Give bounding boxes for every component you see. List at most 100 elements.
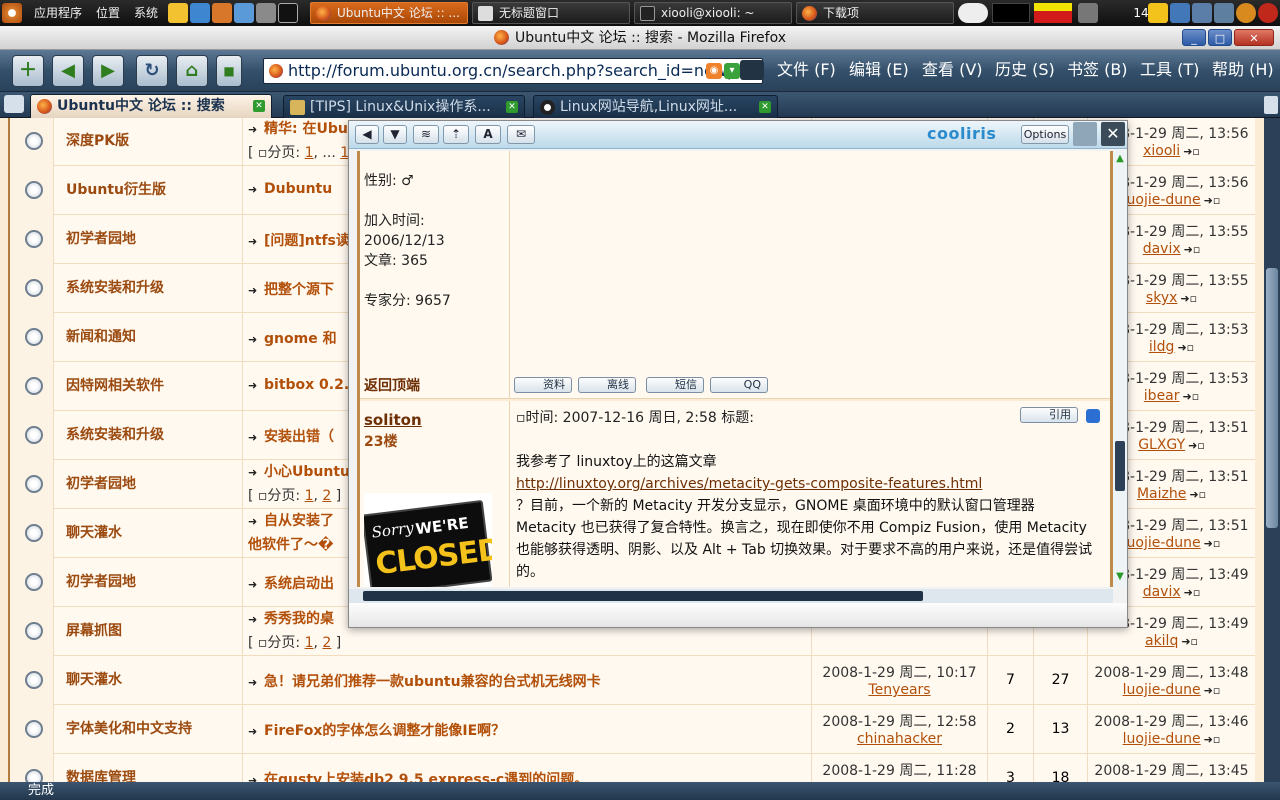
page-link[interactable]: 1 xyxy=(305,145,314,161)
topic-title[interactable]: ➜ 自从安装了 xyxy=(248,510,334,530)
task-terminal[interactable]: xiooli@xiooli: ~ xyxy=(634,2,792,24)
page-link[interactable]: 1 xyxy=(305,635,314,651)
tab-close-icon[interactable]: ✕ xyxy=(759,101,771,113)
last-poster-link[interactable]: davix xyxy=(1143,241,1181,257)
topic-title-text[interactable]: 系统启动出 xyxy=(264,576,334,592)
topic-title[interactable]: ➜ 急！请兄弟们推荐一款ubuntu兼容的台式机无线网卡 xyxy=(248,671,601,691)
newest-post-icon[interactable]: ➜ xyxy=(248,466,264,479)
last-post-icon[interactable]: ➜▫ xyxy=(1189,488,1206,501)
task-downloads[interactable]: 下载项 xyxy=(796,2,954,24)
forum-link[interactable]: 新闻和通知 xyxy=(66,313,136,362)
new-tab-button[interactable]: ＋ xyxy=(12,55,44,87)
scroll-down-icon[interactable]: ▼ xyxy=(1115,571,1125,582)
forum-link[interactable]: 字体美化和中文支持 xyxy=(66,705,192,754)
menu-help[interactable]: 帮助 (H) xyxy=(1212,50,1274,90)
go-icon[interactable]: ▾ xyxy=(724,63,740,79)
preview-hscrollbar[interactable] xyxy=(349,589,1113,603)
pm-button[interactable]: 短信 xyxy=(646,377,704,393)
last-poster-link[interactable]: luojie-dune xyxy=(1123,535,1201,551)
last-poster-link[interactable]: luojie-dune xyxy=(1123,731,1201,747)
topic-title-text[interactable]: Dubuntu xyxy=(264,181,332,197)
maximize-button[interactable]: □ xyxy=(1208,29,1232,46)
prev-icon[interactable]: ◀ xyxy=(355,125,379,144)
menu-view[interactable]: 查看 (V) xyxy=(922,50,983,90)
window-titlebar[interactable]: Ubuntu中文 论坛 :: 搜索 - Mozilla Firefox _ □ … xyxy=(0,26,1280,50)
url-bar[interactable]: http://forum.ubuntu.org.cn/search.php?se… xyxy=(263,58,763,84)
notification-icon[interactable] xyxy=(1148,3,1168,23)
last-poster-link[interactable]: GLXGY xyxy=(1138,437,1185,453)
last-post-icon[interactable]: ➜▫ xyxy=(1204,194,1221,207)
profile-button[interactable]: 资料 xyxy=(514,377,572,393)
last-poster-link[interactable]: akilq xyxy=(1145,633,1178,649)
quote-button[interactable]: 引用 xyxy=(1020,407,1078,423)
newest-post-icon[interactable]: ➜ xyxy=(248,379,264,392)
topic-title-text[interactable]: FireFox的字体怎么调整才能像IE啊？ xyxy=(264,723,505,739)
topic-title[interactable]: ➜ gnome 和 xyxy=(248,328,337,348)
forum-link[interactable]: 深度PK版 xyxy=(66,118,129,166)
forum-link[interactable]: Ubuntu衍生版 xyxy=(66,166,166,215)
page-link[interactable]: 2 xyxy=(322,488,331,504)
forum-link[interactable]: 初学者园地 xyxy=(66,460,136,509)
newest-post-icon[interactable]: ➜ xyxy=(248,774,264,782)
tab-tips[interactable]: [TIPS] Linux&Unix操作系... ✕ xyxy=(283,95,525,118)
launcher-icon[interactable] xyxy=(256,3,276,23)
forum-link[interactable]: 系统安装和升级 xyxy=(66,264,164,313)
pin-icon[interactable] xyxy=(1073,122,1097,146)
newest-post-icon[interactable]: ➜ xyxy=(248,123,264,136)
scroll-thumb[interactable] xyxy=(1115,441,1125,491)
topic-title-text[interactable]: 小心Ubuntu xyxy=(264,464,350,480)
system-menu[interactable]: 系统 xyxy=(134,0,158,26)
menu-bookmarks[interactable]: 书签 (B) xyxy=(1067,50,1128,90)
topic-title[interactable]: ➜ 系统启动出 xyxy=(248,573,334,593)
post-link[interactable]: http://linuxtoy.org/archives/metacity-ge… xyxy=(516,476,982,492)
applications-menu[interactable]: 应用程序 xyxy=(34,0,82,26)
topic-title[interactable]: ➜ 安装出错（ xyxy=(248,426,334,446)
update-icon[interactable] xyxy=(1236,3,1256,23)
ubuntu-logo-icon[interactable] xyxy=(2,3,22,23)
newest-post-icon[interactable]: ➜ xyxy=(248,284,264,297)
email-icon[interactable]: ✉ xyxy=(507,125,535,144)
rss-icon[interactable]: ◉ xyxy=(706,63,722,79)
forum-link[interactable]: 数据库管理 xyxy=(66,754,136,782)
stack-icon[interactable]: ≋ xyxy=(413,125,439,144)
volume-icon[interactable] xyxy=(1078,3,1098,23)
topic-title-text[interactable]: 秀秀我的桌 xyxy=(264,611,334,627)
places-menu[interactable]: 位置 xyxy=(96,0,120,26)
task-window[interactable]: 无标题窗口 xyxy=(472,2,630,24)
tab-overflow-icon[interactable] xyxy=(1264,96,1278,114)
newest-post-icon[interactable]: ➜ xyxy=(248,235,264,248)
last-post-icon[interactable]: ➜▫ xyxy=(1183,145,1200,158)
forum-link[interactable]: 聊天灌水 xyxy=(66,509,122,558)
forum-link[interactable]: 聊天灌水 xyxy=(66,656,122,705)
up-icon[interactable]: ⇡ xyxy=(443,125,469,144)
music-icon[interactable] xyxy=(1170,3,1190,23)
last-poster-link[interactable]: luojie-dune xyxy=(1123,192,1201,208)
forum-link[interactable]: 系统安装和升级 xyxy=(66,411,164,460)
stop-button[interactable]: ■ xyxy=(216,55,242,87)
minimize-button[interactable]: _ xyxy=(1182,29,1206,46)
last-poster-link[interactable]: ildg xyxy=(1149,339,1175,355)
down-icon[interactable]: ▼ xyxy=(383,125,407,144)
offline-button[interactable]: 离线 xyxy=(578,377,636,393)
newest-post-icon[interactable]: ➜ xyxy=(248,578,264,591)
newest-post-icon[interactable]: ➜ xyxy=(248,515,264,528)
last-poster-link[interactable]: ibear xyxy=(1144,388,1180,404)
newest-post-icon[interactable]: ➜ xyxy=(248,333,264,346)
last-post-icon[interactable]: ➜▫ xyxy=(1188,439,1205,452)
topic-title[interactable]: ➜ FireFox的字体怎么调整才能像IE啊？ xyxy=(248,720,505,740)
topic-title-line2[interactable]: 他软件了～� xyxy=(248,534,334,554)
topic-title[interactable]: ➜ Dubuntu xyxy=(248,181,332,197)
options-button[interactable]: Options xyxy=(1021,125,1069,144)
topic-title-text[interactable]: bitbox 0.2. xyxy=(264,377,349,393)
topic-title[interactable]: ➜ [问题]ntfs读 xyxy=(248,230,350,250)
scroll-up-icon[interactable]: ▲ xyxy=(1115,153,1125,164)
display-icon[interactable] xyxy=(1214,3,1234,23)
preview-scrollbar[interactable]: ▲ ▼ xyxy=(1113,151,1127,587)
launcher-icon[interactable] xyxy=(234,3,254,23)
forum-link[interactable]: 因特网相关软件 xyxy=(66,362,164,411)
cooliris-preview[interactable]: ◀ ▼ ≋ ⇡ A ✉ cooliris Options ✕ 性别: ♂ 加入时… xyxy=(348,120,1128,628)
last-poster-link[interactable]: xiooli xyxy=(1143,143,1180,159)
last-post-icon[interactable]: ➜▫ xyxy=(1204,684,1221,697)
forum-link[interactable]: 初学者园地 xyxy=(66,215,136,264)
poster-link[interactable]: Tenyears xyxy=(868,682,930,698)
